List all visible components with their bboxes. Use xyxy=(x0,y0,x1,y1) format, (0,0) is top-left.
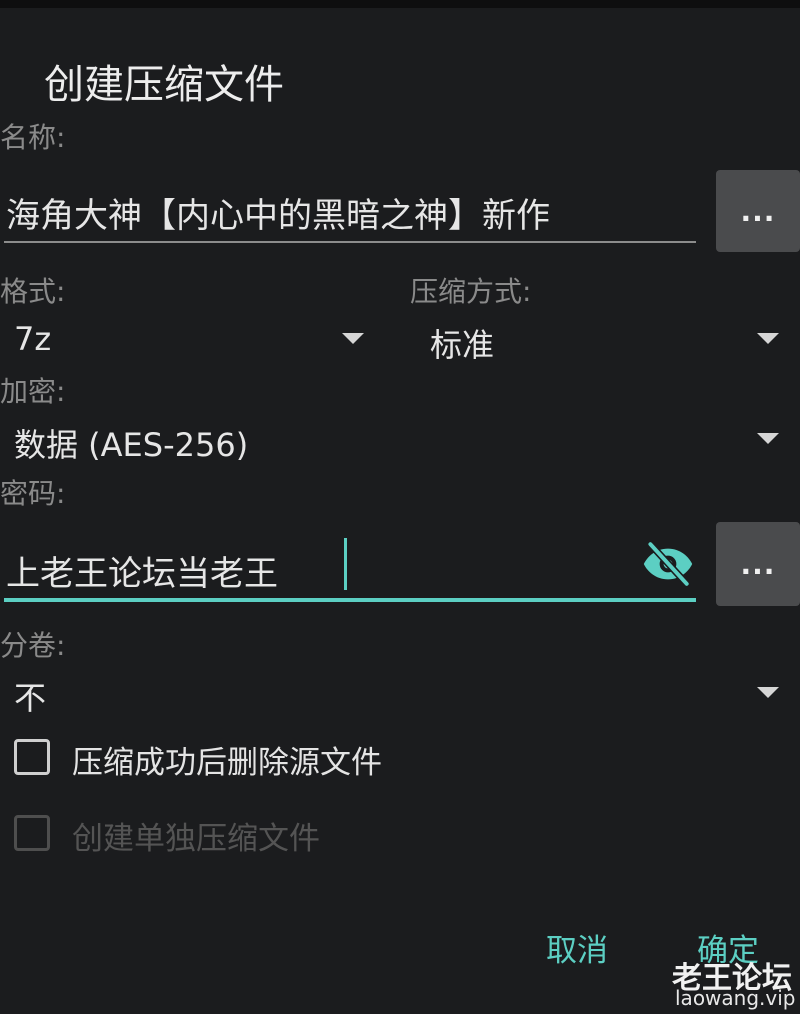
compression-method-caret-down-icon[interactable] xyxy=(757,333,779,344)
name-browse-button[interactable]: ... xyxy=(716,170,800,252)
compression-method-select[interactable]: 标准 xyxy=(430,320,494,366)
delete-source-checkbox[interactable] xyxy=(14,739,50,775)
password-label: 密码: xyxy=(0,477,66,510)
name-input[interactable]: 海角大神【内心中的黑暗之神】新作 xyxy=(6,188,550,237)
status-bar-strip xyxy=(0,0,800,8)
dialog-title: 创建压缩文件 xyxy=(44,62,284,108)
encryption-label: 加密: xyxy=(0,375,66,408)
format-label: 格式: xyxy=(0,275,66,308)
text-cursor xyxy=(344,538,347,590)
split-volume-label: 分卷: xyxy=(0,629,66,662)
split-volume-select[interactable]: 不 xyxy=(14,673,46,719)
watermark-url: laowang.vip xyxy=(675,986,796,1010)
format-select[interactable]: 7z xyxy=(14,320,51,358)
eye-off-icon[interactable] xyxy=(641,542,695,586)
separate-archives-label: 创建单独压缩文件 xyxy=(72,821,320,857)
password-input[interactable]: 上老王论坛当老王 xyxy=(6,546,278,595)
format-caret-down-icon[interactable] xyxy=(342,333,364,344)
delete-source-label[interactable]: 压缩成功后删除源文件 xyxy=(72,737,382,782)
separate-archives-checkbox xyxy=(14,815,50,851)
cancel-button[interactable]: 取消 xyxy=(546,925,608,970)
encryption-select[interactable]: 数据 (AES-256) xyxy=(14,420,248,466)
compression-method-label: 压缩方式: xyxy=(410,275,532,308)
encryption-caret-down-icon[interactable] xyxy=(757,433,779,444)
password-browse-button[interactable]: ... xyxy=(716,522,800,606)
name-label: 名称: xyxy=(0,121,66,154)
split-volume-caret-down-icon[interactable] xyxy=(757,687,779,698)
name-input-underline xyxy=(4,241,696,243)
password-input-underline xyxy=(4,598,696,602)
